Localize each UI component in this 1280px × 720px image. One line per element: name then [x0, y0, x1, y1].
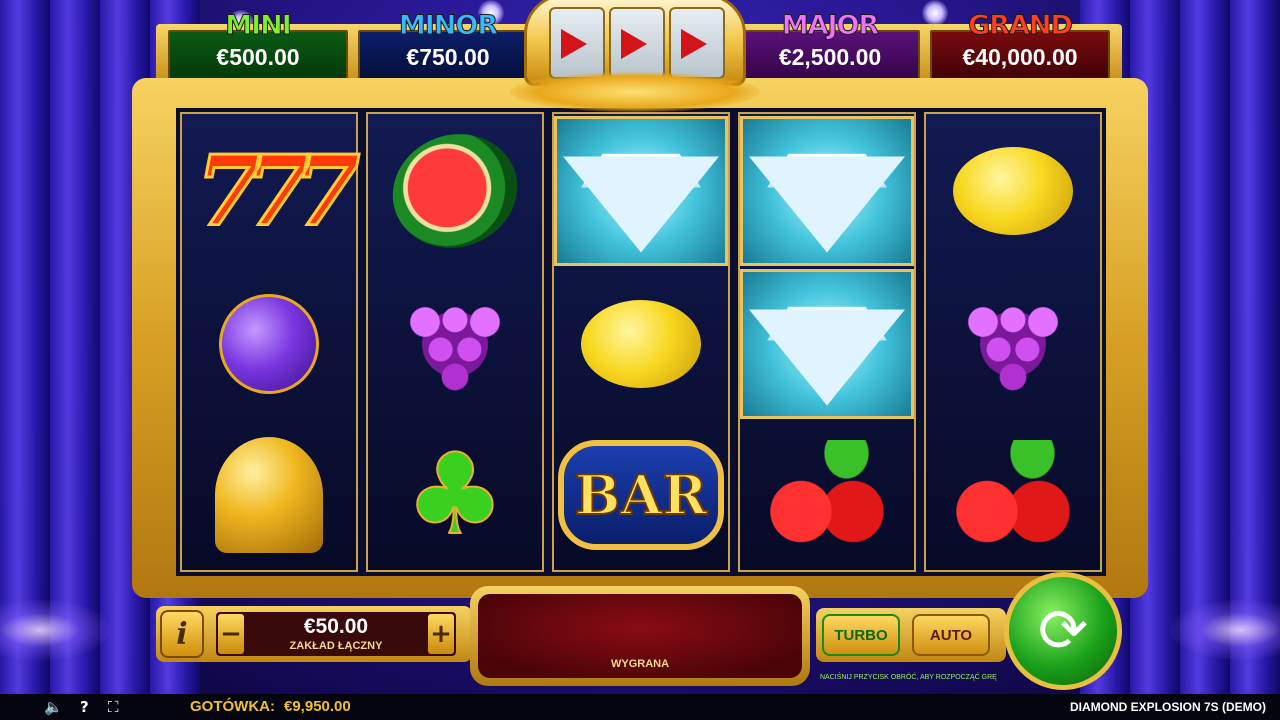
jackpot-major-value: €2,500.00 [778, 44, 882, 70]
symbol-cell [740, 420, 914, 570]
symbol-cell [368, 269, 542, 419]
mini-reel [609, 7, 665, 79]
jackpot-mini: MINI €500.00 [168, 10, 348, 80]
symbol-cell [926, 269, 1100, 419]
sevens-symbol: 777 [194, 133, 361, 249]
diamond-symbol [749, 309, 905, 406]
symbol-cell [182, 420, 356, 570]
jackpot-grand-label: GRAND [968, 10, 1074, 42]
jackpot-mini-value: €500.00 [216, 44, 300, 70]
game-title: DIAMOND EXPLOSION 7S (DEMO) [1069, 700, 1266, 714]
bar-symbol-text: BAR [574, 462, 708, 528]
symbol-cell [740, 269, 914, 419]
gold-coins [510, 72, 760, 112]
lemon-symbol [581, 300, 701, 388]
spin-hint-text: NACIŚNIJ PRZYCISK OBRÓĆ, ABY ROZPOCZĄĆ G… [820, 674, 997, 681]
symbol-cell [554, 269, 728, 419]
win-display-inner: WYGRANA [478, 594, 802, 678]
cherries-symbol [948, 440, 1078, 550]
fullscreen-icon[interactable]: ⛶ [108, 698, 119, 716]
symbol-cell [182, 269, 356, 419]
diamond-symbol [749, 156, 905, 253]
turbo-button[interactable]: TURBO [822, 614, 900, 656]
symbol-cell: BAR [554, 420, 728, 570]
autoplay-button[interactable]: AUTO [912, 614, 990, 656]
status-bar: 🔈 ? ⛶ GOTÓWKA: €9,950.00 DIAMOND EXPLOSI… [0, 694, 1280, 720]
clover-symbol: ♣ [404, 430, 506, 560]
bet-panel: i − €50.00 ZAKŁAD ŁĄCZNY + [156, 606, 472, 662]
reel-3: BAR [552, 112, 730, 572]
spin-button[interactable]: ⟳ [1004, 572, 1122, 690]
reel-frame: 777 ♣ BAR [132, 78, 1148, 598]
jackpot-major-label: MAJOR [781, 10, 880, 42]
play-icon [561, 29, 587, 59]
symbol-cell: ♣ [368, 420, 542, 570]
symbol-cell [926, 420, 1100, 570]
symbol-cell [740, 116, 914, 266]
bet-box: − €50.00 ZAKŁAD ŁĄCZNY + [216, 612, 456, 656]
jackpot-mini-label: MINI [225, 10, 293, 42]
win-display: WYGRANA [470, 586, 810, 686]
reel-area: 777 ♣ BAR [176, 108, 1106, 576]
play-icon [681, 29, 707, 59]
symbol-cell [554, 116, 728, 266]
reel-5 [924, 112, 1102, 572]
bar-symbol: BAR [558, 440, 724, 550]
mini-reel [669, 7, 725, 79]
help-icon[interactable]: ? [80, 698, 89, 716]
reel-4 [738, 112, 916, 572]
bet-decrease-button[interactable]: − [218, 614, 244, 654]
jackpot-grand-value: €40,000.00 [962, 44, 1078, 70]
symbol-cell [368, 116, 542, 266]
symbol-cell: 777 [182, 116, 361, 266]
bell-symbol [215, 437, 323, 553]
play-icon [621, 29, 647, 59]
sound-icon[interactable]: 🔈 [44, 698, 63, 716]
reel-1: 777 [180, 112, 362, 572]
lemon-symbol [953, 147, 1073, 235]
plum-symbol [219, 294, 319, 394]
speed-panel: TURBO AUTO [816, 608, 1006, 662]
balance-label: GOTÓWKA: [190, 698, 275, 715]
cherries-symbol [762, 440, 892, 550]
reel-2: ♣ [366, 112, 544, 572]
watermelon-symbol [376, 116, 534, 266]
win-label: WYGRANA [610, 658, 670, 670]
symbol-cell [926, 116, 1100, 266]
jackpot-grand: GRAND €40,000.00 [930, 10, 1110, 80]
grapes-symbol [395, 289, 515, 399]
info-button[interactable]: i [160, 610, 204, 658]
refresh-icon: ⟳ [1037, 596, 1089, 666]
crown-logo [510, 0, 760, 114]
jackpot-major: MAJOR €2,500.00 [740, 10, 920, 80]
balance-value: €9,950.00 [284, 698, 351, 715]
diamond-symbol [563, 156, 719, 253]
bet-increase-button[interactable]: + [428, 614, 454, 654]
total-bet-value: €50.00 [303, 615, 369, 638]
mini-reel [549, 7, 605, 79]
total-bet-label: ZAKŁAD ŁĄCZNY [289, 640, 383, 652]
grapes-symbol [953, 289, 1073, 399]
